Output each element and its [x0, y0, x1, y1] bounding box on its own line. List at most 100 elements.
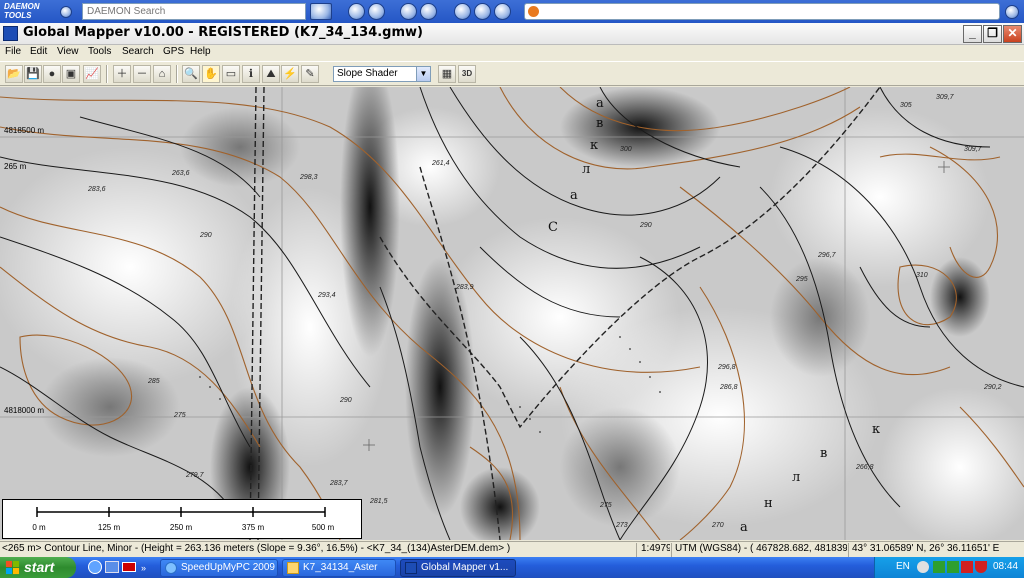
- search-icon[interactable]: 🔍: [182, 65, 200, 83]
- uk-flag-icon[interactable]: [122, 562, 136, 572]
- status-bar: <265 m> Contour Line, Minor - (Height = …: [0, 541, 1024, 557]
- task-folder[interactable]: K7_34134_Aster: [282, 559, 396, 577]
- digitizer-icon[interactable]: ✎: [301, 65, 319, 83]
- map-view[interactable]: 4818500 m 265 m 4818000 m 263,6 298,3 26…: [0, 87, 1024, 540]
- zoom-in-icon[interactable]: ＋: [113, 65, 131, 83]
- menu-gps[interactable]: GPS: [163, 46, 184, 57]
- contour-label: 270: [711, 522, 724, 529]
- contour-label: 290: [639, 222, 652, 229]
- mail-icon[interactable]: [400, 3, 417, 20]
- task-label: SpeedUpMyPC 2009: [181, 562, 275, 573]
- restore-button[interactable]: ❐: [983, 25, 1002, 43]
- shader-image-icon[interactable]: ▦: [438, 65, 456, 83]
- mount-icon[interactable]: [348, 3, 365, 20]
- address-field[interactable]: [524, 3, 1000, 20]
- contour-label: 261,4: [431, 160, 450, 167]
- contour-label: 293,4: [317, 292, 336, 299]
- taskbar: start » SpeedUpMyPC 2009 K7_34134_Aster …: [0, 557, 1024, 578]
- system-tray: EN 08:44: [874, 557, 1024, 578]
- scale-tick-label: 250 m: [170, 523, 193, 532]
- map-place-letter: а: [740, 520, 748, 535]
- show-desktop-icon[interactable]: [105, 561, 119, 573]
- menu-help[interactable]: Help: [190, 46, 211, 57]
- home-icon[interactable]: ⌂: [153, 65, 171, 83]
- 3d-view-icon[interactable]: 3D: [458, 65, 476, 83]
- contour-label: 275: [173, 412, 186, 419]
- task-label: K7_34134_Aster: [303, 562, 378, 573]
- tools-icon[interactable]: [420, 3, 437, 20]
- map-place-letter: л: [582, 162, 590, 177]
- windows-flag-icon: [5, 560, 20, 575]
- tray-app-icon[interactable]: [917, 561, 929, 573]
- menu-file[interactable]: File: [5, 46, 21, 57]
- grid-label-north: 4818000 m: [4, 406, 44, 415]
- contour-label: 283,6: [87, 186, 106, 193]
- contour-label: 286,8: [719, 384, 738, 391]
- open-icon[interactable]: 📂: [5, 65, 23, 83]
- headphones-icon[interactable]: [368, 3, 385, 20]
- scale-tick-label: 500 m: [312, 523, 335, 532]
- toolbar-separator: [176, 65, 178, 83]
- map-place-letter: н: [764, 496, 773, 511]
- measure-icon[interactable]: ▭: [222, 65, 240, 83]
- menu-view[interactable]: View: [57, 46, 79, 57]
- map-place-letter: к: [590, 138, 598, 153]
- contour-label: 281,5: [369, 498, 388, 505]
- ie-icon[interactable]: [88, 560, 102, 574]
- quicklaunch-expand-icon[interactable]: »: [141, 563, 146, 573]
- save-icon[interactable]: 💾: [24, 65, 42, 83]
- menu-edit[interactable]: Edit: [30, 46, 47, 57]
- status-projection: UTM (WGS84) - ( 467828.682, 4818391.266 …: [671, 543, 847, 557]
- help-icon[interactable]: [494, 3, 511, 20]
- scale-tick-label: 375 m: [242, 523, 265, 532]
- tower-icon[interactable]: ⚡: [281, 65, 299, 83]
- close-button[interactable]: ✕: [1003, 25, 1022, 43]
- info-icon[interactable]: ℹ: [242, 65, 260, 83]
- toolbar-separator: [106, 65, 108, 83]
- globe-icon[interactable]: ●: [43, 65, 61, 83]
- grid-label-elevation: 265 m: [4, 162, 27, 171]
- menu-search[interactable]: Search: [122, 46, 154, 57]
- contour-label: 309,7: [936, 94, 955, 101]
- pan-hand-icon[interactable]: ✋: [202, 65, 220, 83]
- task-speedupmypc[interactable]: SpeedUpMyPC 2009: [160, 559, 278, 577]
- search-go-icon[interactable]: [310, 3, 332, 20]
- language-indicator[interactable]: EN: [896, 561, 910, 572]
- contour-label: 298,3: [299, 174, 318, 181]
- tray-app-icon[interactable]: [933, 561, 945, 573]
- map-place-letter: а: [570, 188, 578, 203]
- daemon-menu-icon[interactable]: [60, 6, 72, 18]
- path-profile-icon[interactable]: ⛰: [262, 65, 280, 83]
- overlay-icon[interactable]: ▣: [62, 65, 80, 83]
- task-global-mapper[interactable]: Global Mapper v1...: [400, 559, 516, 577]
- shield-icon[interactable]: [975, 561, 987, 573]
- daemon-extra-icon[interactable]: [1005, 5, 1019, 19]
- status-scale: 1:4979: [636, 543, 670, 557]
- map-place-letter: к: [872, 422, 880, 437]
- shader-dropdown[interactable]: Slope Shader ▼: [333, 66, 431, 82]
- contour-label: 285: [147, 378, 160, 385]
- contour-label: 290: [199, 232, 212, 239]
- zoom-out-icon[interactable]: －: [133, 65, 151, 83]
- menu-tools[interactable]: Tools: [88, 46, 111, 57]
- scale-tick-label: 125 m: [98, 523, 121, 532]
- map-place-letter: в: [596, 116, 603, 131]
- daemon-search-input[interactable]: DAEMON Search: [82, 3, 306, 20]
- global-mapper-icon: [3, 26, 18, 41]
- kaspersky-icon[interactable]: [961, 561, 973, 573]
- contour-label: 310: [916, 272, 928, 279]
- tray-app-icon[interactable]: [947, 561, 959, 573]
- map-place-letter: а: [596, 96, 604, 111]
- window-title: Global Mapper v10.00 - REGISTERED (K7_34…: [23, 25, 423, 40]
- daemon-tools-logo: DAEMON TOOLS: [4, 2, 40, 20]
- chevron-down-icon[interactable]: ▼: [416, 67, 430, 81]
- chat-icon[interactable]: [474, 3, 491, 20]
- minimize-button[interactable]: _: [963, 25, 982, 43]
- globe-icon[interactable]: [454, 3, 471, 20]
- chart-icon[interactable]: 📈: [83, 65, 101, 83]
- start-button[interactable]: start: [0, 557, 76, 578]
- map-place-letter: С: [548, 220, 558, 235]
- scale-bar: 0 m 125 m 250 m 375 m 500 m: [2, 499, 362, 539]
- map-canvas[interactable]: 4818500 m 265 m 4818000 m 263,6 298,3 26…: [0, 87, 1024, 540]
- contour-label: 296,8: [717, 364, 736, 371]
